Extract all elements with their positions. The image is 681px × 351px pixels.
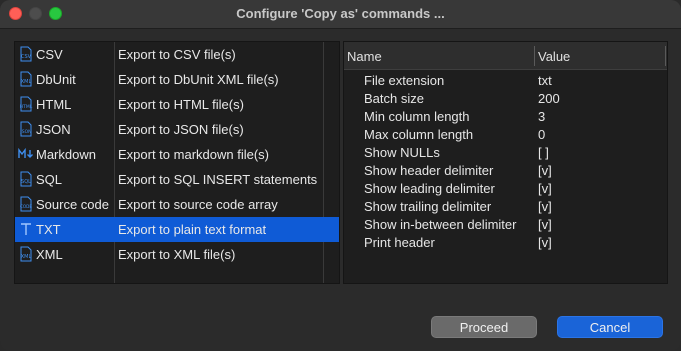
- xml-file-icon: XML: [20, 246, 32, 262]
- property-name: Show NULLs: [364, 145, 440, 160]
- format-row-json[interactable]: JSON JSON Export to JSON file(s): [15, 117, 339, 142]
- property-value[interactable]: 3: [538, 109, 545, 124]
- format-name: JSON: [36, 122, 71, 137]
- svg-text:XML: XML: [21, 254, 32, 260]
- property-row[interactable]: File extension txt: [344, 71, 667, 89]
- property-checkbox[interactable]: [ ]: [538, 145, 549, 160]
- name-column-header[interactable]: Name: [347, 49, 382, 64]
- markdown-icon: [18, 147, 33, 158]
- format-name: CSV: [36, 47, 63, 62]
- svg-text:HTML: HTML: [20, 104, 33, 110]
- format-description: Export to plain text format: [118, 222, 267, 237]
- property-value[interactable]: 0: [538, 127, 545, 142]
- format-name: Source code: [36, 197, 109, 212]
- format-description: Export to SQL INSERT statements: [118, 172, 318, 187]
- svg-text:CSV: CSV: [21, 54, 32, 60]
- format-list: CSV CSV Export to CSV file(s) XML DbUnit…: [14, 41, 340, 284]
- code-file-icon: CODE: [20, 196, 32, 212]
- format-name: DbUnit: [36, 72, 76, 87]
- format-description: Export to DbUnit XML file(s): [118, 72, 279, 87]
- format-name: SQL: [36, 172, 63, 187]
- value-column-header[interactable]: Value: [538, 49, 570, 64]
- svg-text:XML: XML: [21, 79, 32, 85]
- sql-file-icon: SQL: [20, 171, 32, 187]
- property-name: Show leading delimiter: [364, 181, 495, 196]
- format-description: Export to HTML file(s): [118, 97, 244, 112]
- property-row[interactable]: Min column length 3: [344, 107, 667, 125]
- property-checkbox[interactable]: [v]: [538, 199, 552, 214]
- property-row[interactable]: Show leading delimiter [v]: [344, 179, 667, 197]
- format-description: Export to XML file(s): [118, 247, 236, 262]
- title-bar: Configure 'Copy as' commands ...: [0, 0, 681, 29]
- property-row[interactable]: Max column length 0: [344, 125, 667, 143]
- dbunit-file-icon: XML: [20, 71, 32, 87]
- format-row-markdown[interactable]: Markdown Export to markdown file(s): [15, 142, 339, 167]
- property-name: Show header delimiter: [364, 163, 494, 178]
- svg-text:SQL: SQL: [21, 179, 31, 185]
- format-row-txt[interactable]: TXT Export to plain text format: [15, 217, 339, 242]
- property-value[interactable]: txt: [538, 73, 552, 88]
- format-name: Markdown: [36, 147, 96, 162]
- format-description: Export to source code array: [118, 197, 278, 212]
- property-name: Batch size: [364, 91, 424, 106]
- format-row-source-code[interactable]: CODE Source code Export to source code a…: [15, 192, 339, 217]
- property-checkbox[interactable]: [v]: [538, 217, 552, 232]
- format-row-xml[interactable]: XML XML Export to XML file(s): [15, 242, 339, 267]
- property-name: Show in-between delimiter: [364, 217, 517, 232]
- format-description: Export to JSON file(s): [118, 122, 244, 137]
- property-row[interactable]: Show header delimiter [v]: [344, 161, 667, 179]
- property-checkbox[interactable]: [v]: [538, 235, 552, 250]
- format-description: Export to CSV file(s): [118, 47, 236, 62]
- property-name: Max column length: [364, 127, 474, 142]
- format-row-sql[interactable]: SQL SQL Export to SQL INSERT statements: [15, 167, 339, 192]
- property-row[interactable]: Show trailing delimiter [v]: [344, 197, 667, 215]
- property-checkbox[interactable]: [v]: [538, 163, 552, 178]
- properties-table-header: Name Value: [344, 42, 667, 70]
- configure-copy-as-dialog: Configure 'Copy as' commands ... CSV CSV…: [0, 0, 681, 351]
- property-name: File extension: [364, 73, 445, 88]
- text-t-icon: [21, 223, 31, 235]
- csv-file-icon: CSV: [20, 46, 32, 62]
- format-name: XML: [36, 247, 63, 262]
- format-row-csv[interactable]: CSV CSV Export to CSV file(s): [15, 42, 339, 67]
- format-name: TXT: [36, 222, 61, 237]
- property-name: Min column length: [364, 109, 470, 124]
- column-resize-handle[interactable]: [665, 46, 666, 66]
- property-value[interactable]: 200: [538, 91, 560, 106]
- cancel-button[interactable]: Cancel: [557, 316, 663, 338]
- format-row-dbunit[interactable]: XML DbUnit Export to DbUnit XML file(s): [15, 67, 339, 92]
- property-row[interactable]: Show NULLs [ ]: [344, 143, 667, 161]
- column-resize-handle[interactable]: [534, 46, 535, 66]
- property-row[interactable]: Batch size 200: [344, 89, 667, 107]
- property-name: Show trailing delimiter: [364, 199, 492, 214]
- property-name: Print header: [364, 235, 435, 250]
- properties-table: Name Value File extension txt Batch size…: [343, 41, 668, 284]
- svg-text:JSON: JSON: [19, 129, 31, 135]
- format-name: HTML: [36, 97, 72, 112]
- property-row[interactable]: Show in-between delimiter [v]: [344, 215, 667, 233]
- svg-text:CODE: CODE: [20, 204, 32, 209]
- format-description: Export to markdown file(s): [118, 147, 269, 162]
- window-title: Configure 'Copy as' commands ...: [236, 6, 445, 21]
- format-row-html[interactable]: HTML HTML Export to HTML file(s): [15, 92, 339, 117]
- html-file-icon: HTML: [20, 96, 33, 112]
- property-checkbox[interactable]: [v]: [538, 181, 552, 196]
- json-file-icon: JSON: [19, 121, 32, 137]
- proceed-button[interactable]: Proceed: [431, 316, 537, 338]
- property-row[interactable]: Print header [v]: [344, 233, 667, 251]
